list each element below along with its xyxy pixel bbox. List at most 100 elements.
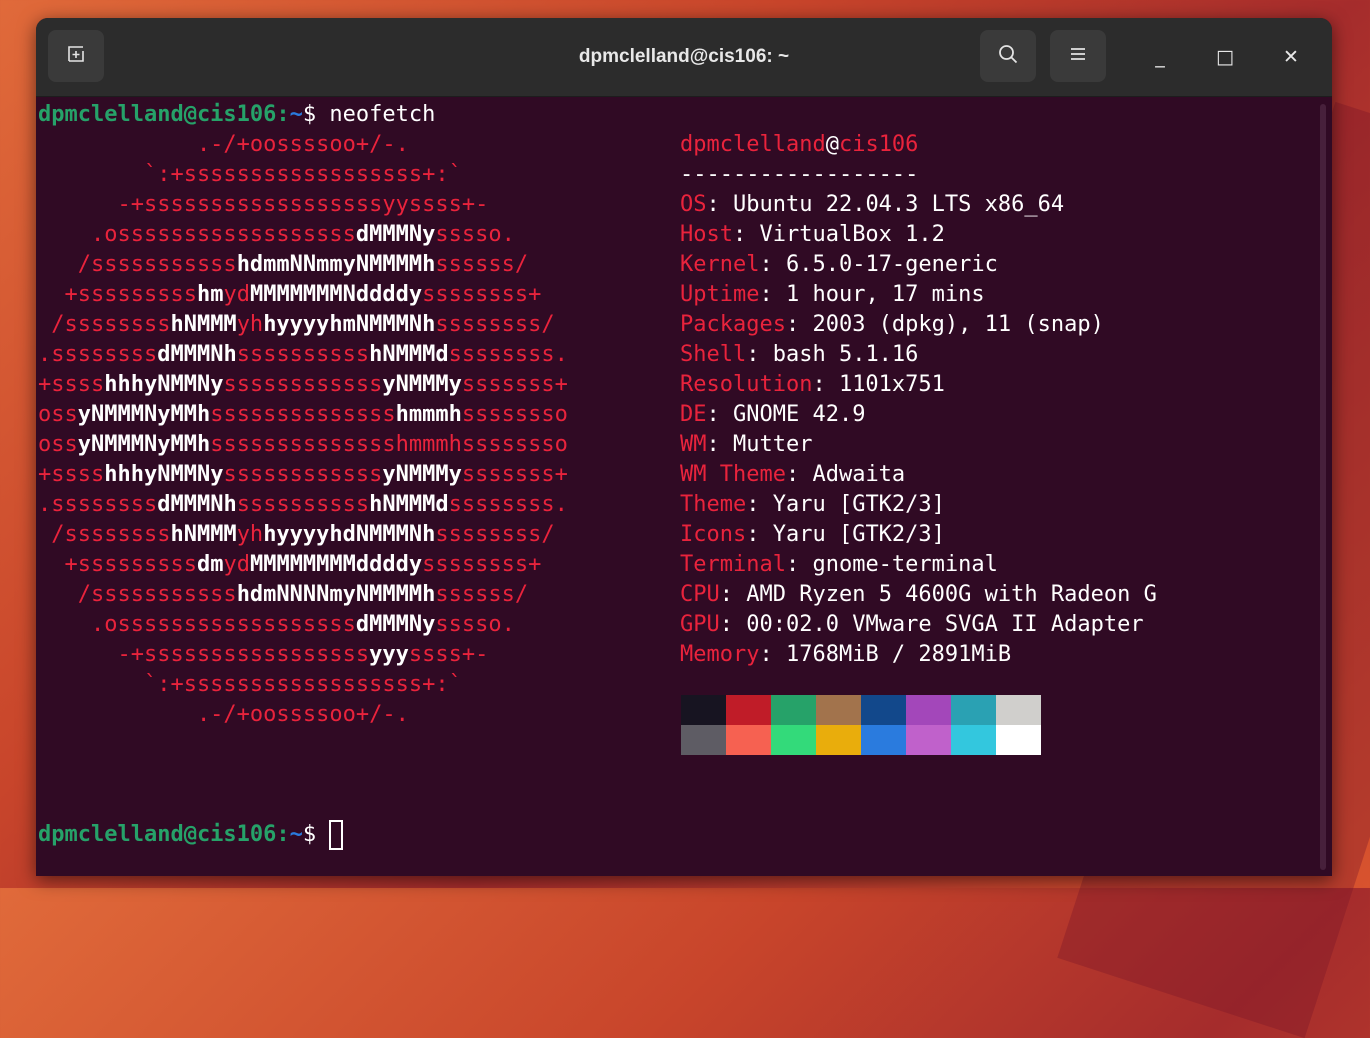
palette-swatch	[681, 695, 726, 725]
info-line: Terminal: gnome-terminal	[680, 550, 998, 580]
title-bar[interactable]: dpmclelland@cis106: ~ _ □ ✕	[36, 18, 1332, 97]
logo-segment: /sssssssssss	[38, 582, 237, 607]
prompt-separator: :	[276, 102, 290, 127]
neofetch-header: dpmclelland@cis106	[680, 130, 918, 160]
logo-segment: yyy	[369, 642, 409, 667]
logo-segment: `:+ssssssssssssssssss+:`	[38, 672, 462, 697]
logo-segment: yNMMMNyMMh	[77, 432, 211, 457]
info-value: : 2003 (dpkg), 11 (snap)	[785, 312, 1104, 337]
logo-segment: dMMMNh	[157, 492, 237, 517]
logo-segment: .ossssssssssssssssss	[38, 612, 356, 637]
palette-swatch	[816, 695, 861, 725]
logo-segment: hNMMM	[170, 312, 237, 337]
hamburger-menu-icon	[1068, 44, 1088, 69]
logo-segment: MMMMMMMMddddy	[249, 552, 423, 577]
logo-segment: ssssssssssssss	[210, 402, 396, 427]
logo-segment: MMMMMMMNddddy	[249, 282, 423, 307]
text-cursor[interactable]	[329, 820, 344, 850]
info-value: : 1768MiB / 2891MiB	[759, 642, 1012, 667]
logo-line: +ssssssssshmydMMMMMMMNddddyssssssss+	[38, 280, 541, 310]
menu-button[interactable]	[1050, 30, 1106, 82]
logo-segment: .-/+oossssoo+/-.	[38, 702, 409, 727]
logo-segment: ssssssssss	[236, 492, 370, 517]
logo-segment: ssssssssssss	[223, 372, 383, 397]
logo-segment: dMMMNy	[355, 612, 436, 637]
info-key: Uptime	[680, 282, 760, 307]
window-title: dpmclelland@cis106: ~	[578, 46, 790, 67]
logo-segment: .ssssssss	[38, 342, 158, 367]
info-key: Host	[680, 222, 733, 247]
command-text: neofetch	[329, 102, 436, 127]
logo-segment: ssssssss+	[422, 282, 542, 307]
logo-line: +sssshhhyNMMNyssssssssssssyNMMMysssssss+	[38, 370, 568, 400]
maximize-button[interactable]: □	[1208, 40, 1242, 74]
info-key: Resolution	[680, 372, 813, 397]
info-value: : AMD Ryzen 5 4600G with Radeon G	[719, 582, 1157, 607]
info-key: Icons	[680, 522, 747, 547]
info-key: WM Theme	[680, 462, 786, 487]
info-value: : Adwaita	[785, 462, 906, 487]
info-key: DE	[680, 402, 707, 427]
prompt-path: ~	[289, 822, 303, 847]
logo-segment: +ssss	[38, 462, 105, 487]
logo-segment: hNMMMd	[369, 342, 449, 367]
terminal-window: dpmclelland@cis106: ~ _ □ ✕ dpmclelland@…	[36, 18, 1332, 876]
info-value: : GNOME 42.9	[706, 402, 866, 427]
palette-swatch	[996, 725, 1041, 755]
prompt-separator: :	[276, 822, 290, 847]
logo-segment: hhhyNMMNy	[104, 462, 224, 487]
logo-segment: yNMMMy	[382, 372, 462, 397]
logo-segment: yd	[223, 282, 250, 307]
palette-swatch	[951, 725, 996, 755]
info-key: CPU	[680, 582, 720, 607]
info-line: CPU: AMD Ryzen 5 4600G with Radeon G	[680, 580, 1157, 610]
info-line: OS: Ubuntu 22.04.3 LTS x86_64	[680, 190, 1064, 220]
palette-bright-row	[681, 725, 1041, 755]
palette-normal-row	[681, 695, 1041, 725]
logo-line: .ssssssssdMMMNhsssssssssshNMMMdssssssss.	[38, 340, 568, 370]
header-host: cis106	[838, 132, 919, 157]
scrollbar[interactable]	[1320, 104, 1326, 870]
logo-segment: hdmNNNNmyNMMMMh	[236, 582, 436, 607]
info-line: Shell: bash 5.1.16	[680, 340, 918, 370]
header-rule: ------------------	[680, 162, 919, 187]
search-button[interactable]	[980, 30, 1036, 82]
prompt-line: dpmclelland@cis106:~$	[38, 820, 344, 850]
logo-segment: /ssssssss	[38, 522, 171, 547]
info-value: : bash 5.1.16	[746, 342, 919, 367]
info-line: Resolution: 1101x751	[680, 370, 945, 400]
info-key: Kernel	[680, 252, 760, 277]
close-icon: ✕	[1283, 46, 1299, 68]
logo-segment: /sssssssssss	[38, 252, 237, 277]
logo-segment: ssssssso	[461, 402, 568, 427]
logo-segment: yNMMMy	[382, 462, 462, 487]
logo-segment: hm	[196, 282, 224, 307]
prompt-dollar: $	[302, 102, 330, 127]
logo-line: /sssssssshNMMMyhhyyyyhmNMMMNhssssssss/	[38, 310, 554, 340]
terminal-output[interactable]: dpmclelland@cis106:~$ neofetch .-/+oosss…	[36, 98, 1332, 876]
info-key: OS	[680, 192, 707, 217]
close-button[interactable]: ✕	[1274, 40, 1308, 74]
info-line: WM Theme: Adwaita	[680, 460, 905, 490]
info-line: Theme: Yaru [GTK2/3]	[680, 490, 945, 520]
color-palette	[681, 695, 1041, 755]
info-value: : VirtualBox 1.2	[732, 222, 945, 247]
info-value: : gnome-terminal	[785, 552, 998, 577]
logo-line: .-/+oossssoo+/-.	[38, 130, 409, 160]
logo-segment: .ossssssssssssssssss	[38, 222, 356, 247]
logo-segment: ssssssssssss	[223, 462, 383, 487]
logo-segment: ssssss/	[435, 582, 529, 607]
logo-segment: .-/+oossssoo+/-.	[38, 132, 409, 157]
minimize-button[interactable]: _	[1143, 40, 1177, 74]
logo-line: `:+ssssssssssssssssss+:`	[38, 670, 462, 700]
logo-line: /ssssssssssshdmmNNmmyNMMMMhssssss/	[38, 250, 528, 280]
logo-segment: oss	[38, 402, 78, 427]
palette-swatch	[771, 725, 816, 755]
logo-segment: hNMMM	[170, 522, 237, 547]
logo-segment: sssssssssssssshmmmhssssssso	[210, 432, 568, 457]
logo-segment: ssssssss.	[448, 342, 568, 367]
header-at: @	[825, 132, 839, 157]
minimize-icon: _	[1155, 46, 1165, 68]
info-value: : 1101x751	[812, 372, 945, 397]
prompt-path: ~	[289, 102, 303, 127]
